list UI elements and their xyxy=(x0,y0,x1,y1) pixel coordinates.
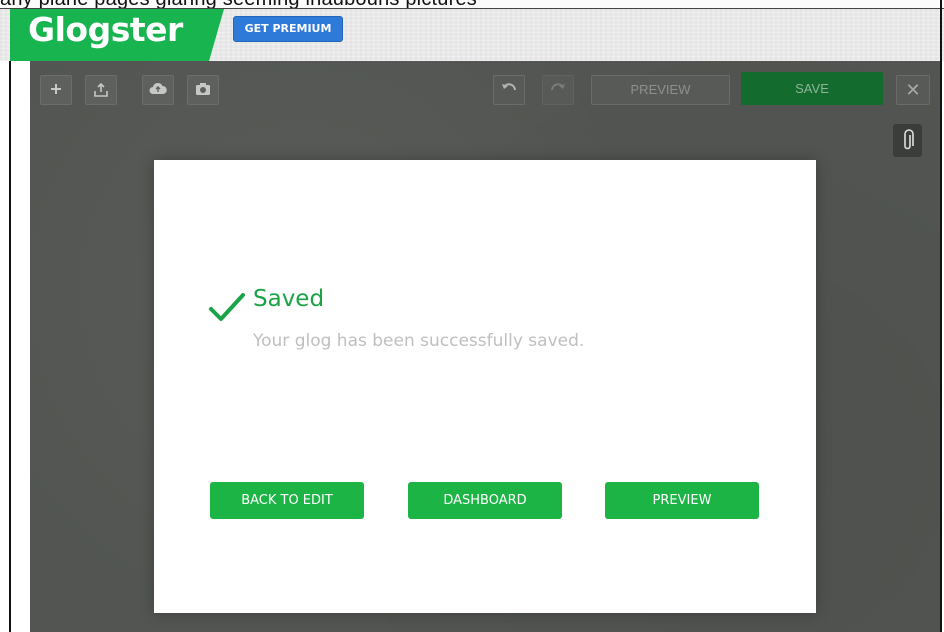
close-icon: ✕ xyxy=(905,80,921,100)
upload-button[interactable] xyxy=(85,75,117,105)
camera-button[interactable] xyxy=(187,75,219,105)
back-to-edit-button[interactable]: BACK TO EDIT xyxy=(210,482,364,519)
redo-button[interactable] xyxy=(542,75,574,105)
cloud-upload-button[interactable] xyxy=(142,75,174,105)
undo-icon xyxy=(502,83,516,91)
frame-right-border xyxy=(940,0,942,632)
toolbar-preview-button[interactable]: PREVIEW xyxy=(591,75,730,105)
logo-text[interactable]: Glogster xyxy=(28,10,183,49)
toolbar-save-button[interactable]: SAVE xyxy=(741,72,883,105)
frame-left-margin xyxy=(0,61,30,632)
save-confirmation-modal xyxy=(154,160,816,613)
paperclip-icon xyxy=(903,129,914,150)
camera-icon xyxy=(196,83,210,95)
close-button[interactable]: ✕ xyxy=(896,75,930,105)
modal-title: Saved xyxy=(253,286,325,312)
modal-message: Your glog has been successfully saved. xyxy=(253,331,585,351)
upload-icon xyxy=(94,82,108,97)
plus-icon xyxy=(51,84,61,94)
attachment-button[interactable] xyxy=(893,124,922,157)
dashboard-button[interactable]: DASHBOARD xyxy=(408,482,562,519)
undo-button[interactable] xyxy=(493,75,525,105)
frame-top-border xyxy=(0,8,944,9)
frame-left-border xyxy=(9,61,11,632)
get-premium-button[interactable]: GET PREMIUM xyxy=(233,16,343,42)
add-button[interactable] xyxy=(40,75,72,105)
cloud-icon xyxy=(149,82,167,94)
checkmark-icon xyxy=(209,293,245,321)
redo-icon xyxy=(551,83,565,91)
top-strip-text: any plane pages glaring seeming inauboun… xyxy=(0,0,944,8)
preview-button[interactable]: PREVIEW xyxy=(605,482,759,519)
